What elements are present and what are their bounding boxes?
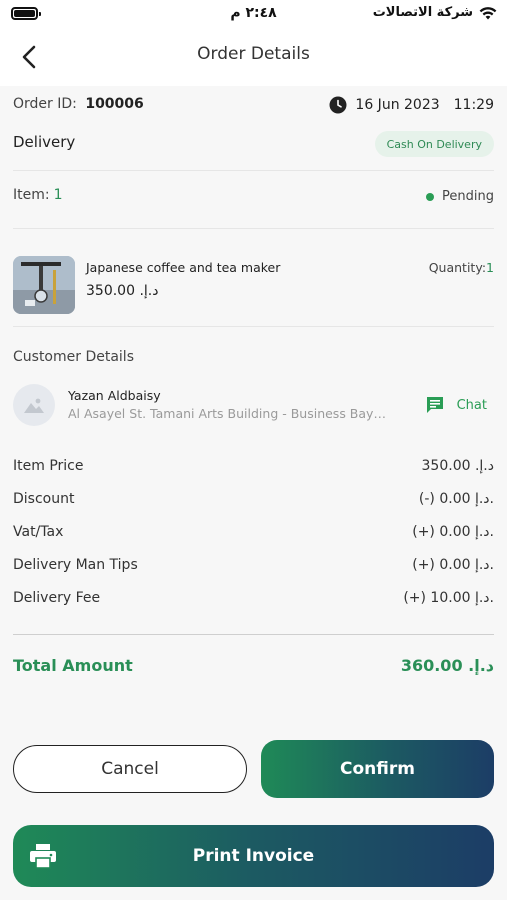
order-details-content: Order ID: 100006 16 Jun 2023 11:29 Deliv… — [0, 86, 507, 900]
image-placeholder-icon — [24, 398, 44, 413]
items-count-value: 1 — [53, 187, 63, 203]
status-label: Pending — [442, 189, 494, 204]
items-label: Item: — [13, 187, 50, 203]
order-datetime: 16 Jun 2023 11:29 — [329, 96, 494, 114]
chat-button[interactable]: Chat — [425, 395, 487, 415]
quantity-label: Quantity: — [428, 260, 487, 275]
price-value: (+) 10.00 د.إ. — [403, 590, 494, 606]
page-title: Order Details — [197, 44, 310, 64]
divider — [13, 170, 494, 171]
product-photo — [13, 256, 75, 314]
total-row: Total Amount د.إ. 360.00 — [13, 656, 494, 675]
product-name: Japanese coffee and tea maker — [86, 260, 281, 275]
print-invoice-label: Print Invoice — [192, 846, 315, 866]
order-time: 11:29 — [453, 97, 494, 113]
divider — [13, 326, 494, 327]
order-date: 16 Jun 2023 — [355, 97, 440, 113]
price-label: Delivery Man Tips — [13, 557, 138, 573]
status-dot-icon — [426, 192, 435, 201]
clock-icon — [329, 96, 347, 114]
cancel-button[interactable]: Cancel — [13, 745, 247, 793]
app-header: Order Details — [0, 30, 507, 86]
price-row-delivery-fee: Delivery Fee (+) 10.00 د.إ. — [13, 590, 494, 610]
order-id-value: 100006 — [85, 96, 144, 112]
price-row-item-price: Item Price د.إ. 350.00 — [13, 458, 494, 478]
product-price: د.إ. 350.00 — [86, 283, 159, 299]
price-value: د.إ. 350.00 — [421, 458, 494, 474]
customer-name: Yazan Aldbaisy — [68, 388, 161, 403]
divider — [13, 228, 494, 229]
price-row-vat: Vat/Tax (+) 0.00 د.إ. — [13, 524, 494, 544]
customer-address: Al Asayel St. Tamani Arts Building - Bus… — [68, 406, 386, 421]
order-status: Pending — [426, 189, 494, 204]
printer-icon — [30, 844, 56, 869]
total-label: Total Amount — [13, 656, 133, 675]
order-id-label: Order ID: — [13, 96, 77, 112]
status-right: شركة الاتصالات — [373, 5, 497, 20]
price-label: Discount — [13, 491, 75, 507]
quantity-value: 1 — [486, 260, 494, 275]
price-row-tips: Delivery Man Tips (+) 0.00 د.إ. — [13, 557, 494, 577]
price-value: (+) 0.00 د.إ. — [412, 524, 494, 540]
chat-icon — [426, 397, 443, 413]
product-quantity: Quantity:1 — [429, 260, 494, 275]
payment-method-badge: Cash On Delivery — [374, 131, 494, 157]
chat-label: Chat — [456, 397, 487, 413]
price-value: (-) 0.00 د.إ. — [418, 491, 494, 507]
price-label: Vat/Tax — [13, 524, 64, 540]
carrier-label: شركة الاتصالات — [372, 5, 473, 20]
divider — [13, 634, 494, 635]
product-image — [13, 256, 75, 314]
customer-section-title: Customer Details — [13, 349, 134, 365]
price-row-discount: Discount (-) 0.00 د.إ. — [13, 491, 494, 511]
price-value: (+) 0.00 د.إ. — [412, 557, 494, 573]
total-value: د.إ. 360.00 — [400, 656, 494, 675]
items-count: Item: 1 — [13, 187, 494, 203]
wifi-icon — [479, 6, 497, 19]
price-label: Delivery Fee — [13, 590, 101, 606]
price-label: Item Price — [13, 458, 84, 474]
status-bar: ٢:٤٨ م شركة الاتصالات — [0, 0, 507, 30]
print-invoice-button[interactable]: Print Invoice — [13, 825, 494, 887]
avatar — [13, 384, 55, 426]
confirm-button[interactable]: Confirm — [261, 740, 494, 798]
